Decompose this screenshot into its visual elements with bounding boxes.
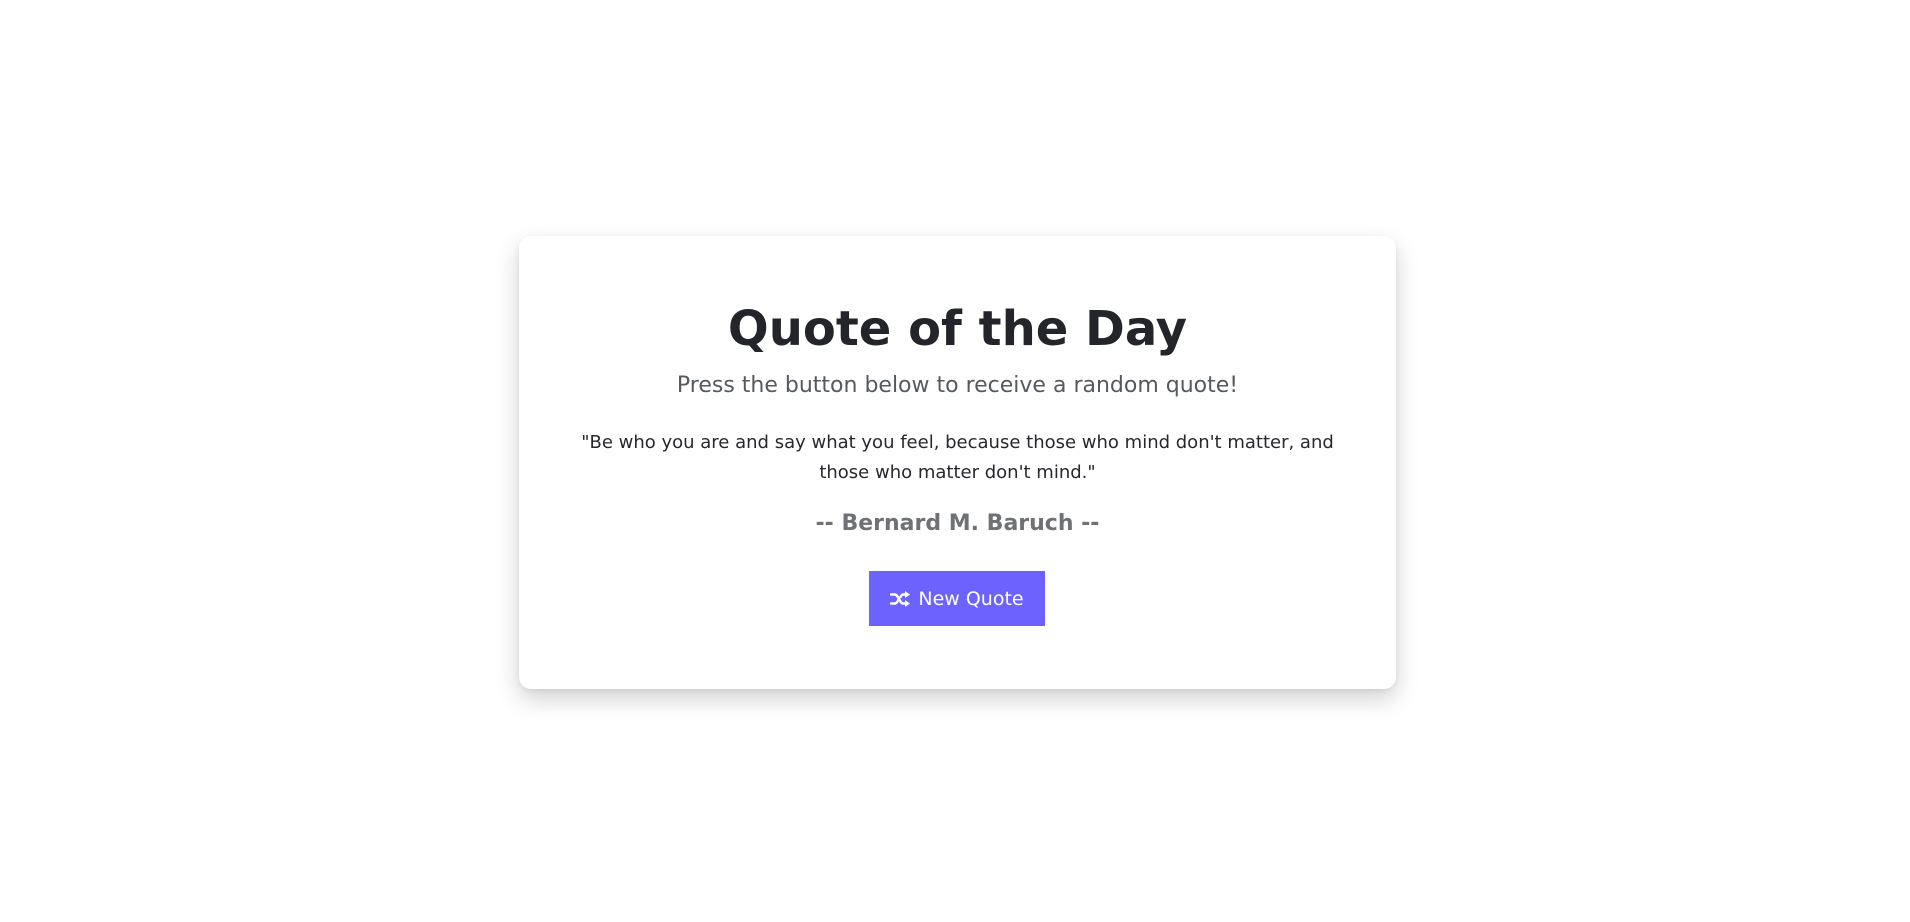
new-quote-button-label: New Quote	[918, 587, 1024, 610]
subtitle: Press the button below to receive a rand…	[676, 373, 1239, 398]
page: Quote of the Day Press the button below …	[0, 0, 1910, 922]
page-title: Quote of the Day	[727, 301, 1188, 357]
quote-text: "Be who you are and say what you feel, b…	[581, 432, 1334, 483]
quote-card: Quote of the Day Press the button below …	[519, 236, 1396, 689]
quote-author: -- Bernard M. Baruch --	[815, 511, 1100, 536]
shuffle-icon	[890, 590, 911, 608]
new-quote-button[interactable]: New Quote	[869, 571, 1045, 626]
